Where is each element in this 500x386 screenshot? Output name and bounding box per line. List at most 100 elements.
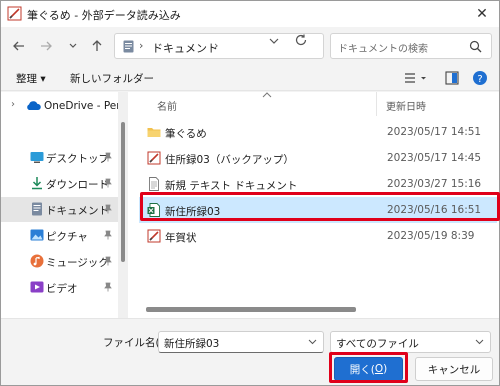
file-date: 2023/05/17 14:51 [387, 126, 482, 138]
navigation-pane[interactable]: › OneDrive - Perso デスクトップ ダウンロード ドキュメント [1, 92, 118, 318]
up-button[interactable] [88, 37, 106, 55]
arrow-right-icon [41, 41, 52, 51]
open-accesskey: O [374, 363, 384, 375]
preview-pane-icon[interactable] [445, 70, 459, 86]
pin-icon[interactable] [103, 230, 113, 240]
address-row: › ドキュメント › ドキュメントの検索 [1, 27, 499, 65]
filetype-select[interactable]: すべてのファイル [330, 331, 491, 353]
file-open-dialog: 筆ぐるめ - 外部データ読み込み ✕ › ドキュメント › ドキュメントの検索 … [0, 0, 500, 386]
file-list[interactable]: 名前 更新日時 筆ぐるめ 2023/05/17 14:51 住所録03（バックア… [129, 92, 499, 318]
search-input[interactable]: ドキュメントの検索 [330, 33, 492, 59]
breadcrumb-separator[interactable]: › [214, 39, 218, 52]
file-row[interactable]: 住所録03（バックアップ） 2023/05/17 14:45 [139, 145, 497, 171]
desktop-icon [30, 152, 44, 163]
nav-item-label: OneDrive - Perso [44, 100, 118, 112]
column-divider[interactable] [376, 92, 377, 116]
fudegurume-file-icon [147, 151, 161, 165]
nav-item-music[interactable]: ミュージック [1, 249, 118, 274]
file-name: 筆ぐるめ [165, 128, 207, 140]
pin-icon[interactable] [103, 282, 113, 292]
file-date: 2023/03/27 15:16 [387, 178, 482, 190]
address-history-chevron-icon[interactable] [267, 36, 281, 46]
scrollbar-thumb[interactable] [121, 122, 125, 262]
window-title: 筆ぐるめ - 外部データ読み込み [27, 9, 181, 22]
file-row-selected[interactable]: 新住所録03 2023/05/16 16:51 [139, 197, 497, 223]
fudegurume-file-icon [147, 229, 161, 243]
filename-label-text: ファイル名( [103, 337, 160, 349]
pin-icon[interactable] [103, 178, 113, 188]
file-date: 2023/05/16 16:51 [387, 204, 482, 216]
breadcrumb-separator: › [139, 39, 144, 52]
file-name: 新住所録03 [165, 206, 221, 218]
refresh-icon[interactable] [294, 33, 308, 47]
close-button[interactable]: ✕ [471, 5, 493, 23]
search-placeholder: ドキュメントの検索 [338, 44, 428, 55]
forward-button[interactable] [37, 37, 55, 55]
nav-item-label: ビデオ [46, 283, 78, 295]
new-folder-button[interactable]: 新しいフォルダー [70, 71, 154, 86]
column-header: 名前 更新日時 [129, 92, 499, 116]
sort-ascending-icon [262, 92, 272, 98]
nav-item-videos[interactable]: ビデオ [1, 275, 118, 300]
fudegurume-app-icon [7, 6, 22, 21]
excel-file-icon [147, 203, 160, 217]
nav-item-onedrive[interactable]: › OneDrive - Perso [1, 94, 118, 119]
folder-icon [147, 128, 161, 137]
main-area: › OneDrive - Perso デスクトップ ダウンロード ドキュメント [1, 92, 499, 318]
nav-item-label: デスクトップ [46, 153, 109, 165]
nav-item-desktop[interactable]: デスクトップ [1, 145, 118, 170]
search-icon [469, 40, 482, 53]
column-header-date[interactable]: 更新日時 [386, 98, 426, 113]
pin-icon[interactable] [103, 152, 113, 162]
nav-item-pictures[interactable]: ピクチャ [1, 223, 118, 248]
file-row[interactable]: 筆ぐるめ 2023/05/17 14:51 [139, 119, 497, 145]
title-bar: 筆ぐるめ - 外部データ読み込み ✕ [1, 1, 499, 27]
back-button[interactable] [10, 37, 28, 55]
chevron-down-icon [475, 339, 484, 345]
nav-pane-scrollbar[interactable] [118, 92, 128, 318]
picture-icon [30, 229, 44, 241]
pin-icon[interactable] [103, 256, 113, 266]
breadcrumb-documents[interactable]: ドキュメント [152, 40, 218, 56]
filetype-value: すべてのファイル [336, 338, 419, 350]
nav-item-label: ドキュメント [46, 205, 109, 217]
nav-item-label: ピクチャ [46, 231, 88, 243]
video-icon [30, 281, 44, 293]
nav-item-downloads[interactable]: ダウンロード [1, 171, 118, 196]
help-icon[interactable]: ? [472, 70, 488, 86]
horizontal-scrollbar-thumb[interactable] [146, 307, 356, 312]
open-button[interactable]: 開く(O) [334, 357, 403, 381]
dialog-footer: ファイル名(N): 新住所録03 すべてのファイル 開く(O) キャンセル [1, 318, 499, 385]
file-row[interactable]: 年賀状 2023/05/19 8:39 [139, 223, 497, 249]
chevron-down-icon [69, 43, 77, 48]
arrow-left-icon [13, 41, 24, 51]
download-icon [32, 177, 42, 190]
arrow-up-icon [92, 40, 102, 51]
command-bar: 整理 ▾ 新しいフォルダー ? [1, 65, 499, 91]
file-row[interactable]: 新規 テキスト ドキュメント 2023/03/27 15:16 [139, 171, 497, 197]
document-icon [32, 202, 42, 216]
view-options-icon[interactable] [403, 70, 429, 86]
music-icon [30, 254, 44, 268]
recent-locations-button[interactable] [64, 37, 82, 55]
open-label-suffix: ) [383, 363, 388, 375]
file-name: 年賀状 [165, 232, 197, 244]
file-name: 新規 テキスト ドキュメント [165, 180, 298, 192]
nav-item-documents[interactable]: ドキュメント [1, 197, 118, 222]
cancel-button[interactable]: キャンセル [415, 357, 493, 381]
filename-value: 新住所録03 [164, 338, 220, 350]
nav-item-label: ダウンロード [46, 179, 109, 191]
text-file-icon [149, 177, 159, 191]
file-name: 住所録03（バックアップ） [165, 154, 294, 166]
organize-button[interactable]: 整理 ▾ [16, 71, 46, 86]
column-header-name[interactable]: 名前 [157, 98, 177, 113]
file-date: 2023/05/17 14:45 [387, 152, 482, 164]
file-date: 2023/05/19 8:39 [387, 230, 475, 242]
expand-chevron-icon[interactable]: › [11, 99, 15, 110]
address-bar[interactable]: › ドキュメント › [114, 33, 324, 59]
nav-item-label: ミュージック [46, 257, 109, 269]
filename-input[interactable]: 新住所録03 [158, 331, 324, 353]
chevron-down-icon[interactable] [308, 339, 317, 345]
pin-icon[interactable] [103, 204, 113, 214]
document-icon [123, 40, 134, 53]
